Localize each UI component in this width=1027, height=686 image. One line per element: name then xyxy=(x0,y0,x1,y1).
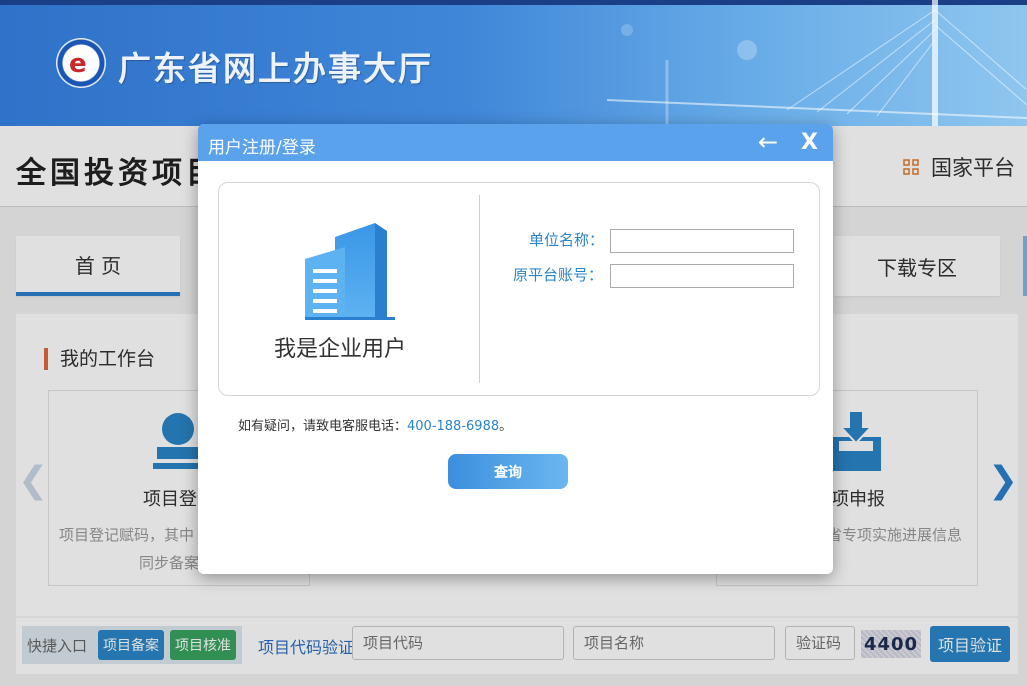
building-icon xyxy=(305,223,395,320)
unit-name-label: 单位名称： xyxy=(529,231,605,249)
query-button[interactable]: 查询 xyxy=(448,454,568,489)
enterprise-user-label[interactable]: 我是企业用户 xyxy=(274,331,406,363)
unit-name-input[interactable] xyxy=(610,229,794,253)
close-icon[interactable]: X xyxy=(801,130,818,156)
help-phone: 400-188-6988 xyxy=(407,419,500,434)
login-form-box: 我是企业用户 单位名称： 原平台账号： xyxy=(218,182,820,396)
back-arrow-icon[interactable]: ← xyxy=(758,128,778,156)
modal-header: 用户注册/登录 ← X xyxy=(198,124,833,161)
account-label: 原平台账号： xyxy=(513,266,604,284)
help-text: 如有疑问，请致电客服电话：400-188-6988。 xyxy=(238,415,512,434)
site-banner: e 广东省网上办事大厅 xyxy=(0,0,1027,126)
help-suffix: 。 xyxy=(499,419,513,434)
help-prefix: 如有疑问，请致电客服电话： xyxy=(238,419,408,434)
account-input[interactable] xyxy=(610,264,794,288)
province-logo-icon: e xyxy=(56,38,106,88)
login-modal: 用户注册/登录 ← X 我是企业用户 单位名称： 原平台账号： 如有疑问，请致电… xyxy=(198,124,833,574)
modal-title: 用户注册/登录 xyxy=(208,138,316,158)
bridge-illustration xyxy=(607,0,1027,126)
form-divider xyxy=(479,195,480,383)
site-title: 广东省网上办事大厅 xyxy=(118,49,433,88)
